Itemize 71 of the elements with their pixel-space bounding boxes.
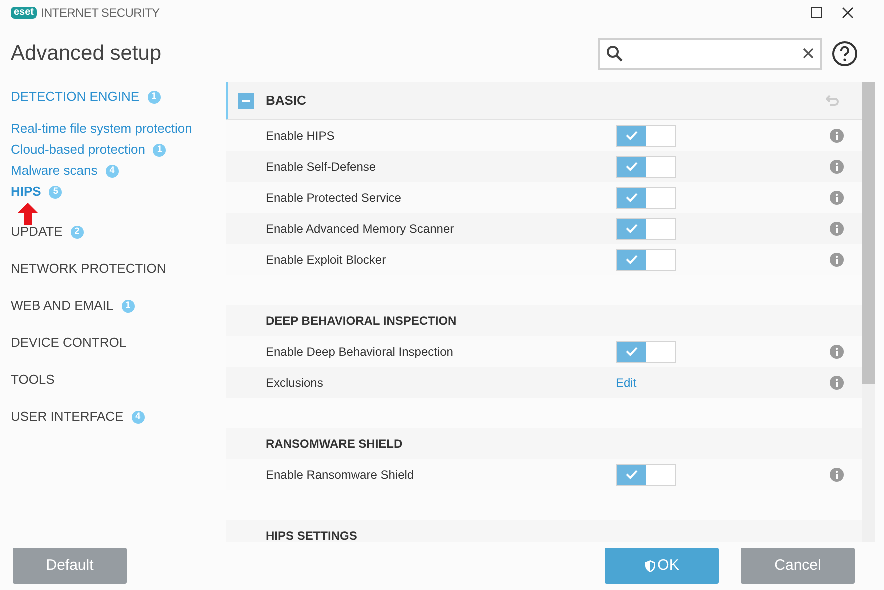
toggle-switch[interactable] (616, 340, 676, 362)
page-title: Advanced setup (11, 40, 162, 67)
check-icon (626, 131, 638, 140)
close-icon[interactable] (842, 6, 854, 18)
scrollbar-thumb[interactable] (862, 82, 875, 384)
count-badge: 1 (122, 300, 135, 312)
info-icon[interactable] (830, 376, 844, 390)
count-badge: 1 (148, 90, 161, 104)
edit-link[interactable]: Edit (616, 374, 637, 392)
sidebar-item[interactable]: Cloud-based protection (11, 140, 146, 160)
check-icon (626, 224, 638, 233)
toggle-switch[interactable] (616, 218, 676, 240)
info-icon[interactable] (830, 190, 844, 204)
info-icon[interactable] (830, 344, 844, 358)
product-name: INTERNET SECURITY (41, 4, 160, 22)
sidebar-item[interactable]: UPDATE (11, 222, 63, 242)
setting-label: Enable Exploit Blocker (266, 252, 388, 268)
check-icon (626, 470, 638, 479)
info-icon[interactable] (830, 128, 844, 142)
search-icon (606, 44, 624, 62)
help-icon[interactable] (832, 40, 858, 66)
default-button[interactable]: Default (13, 548, 127, 584)
count-badge: 1 (153, 144, 166, 156)
toggle-switch[interactable] (616, 124, 676, 146)
toggle-switch[interactable] (616, 156, 676, 178)
section-title: RANSOMWARE SHIELD (266, 436, 403, 452)
setting-label: Exclusions (266, 374, 324, 392)
collapse-icon[interactable] (238, 92, 254, 108)
info-icon[interactable] (830, 468, 844, 482)
sidebar-item[interactable]: NETWORK PROTECTION (11, 259, 166, 279)
sidebar-item[interactable]: WEB AND EMAIL (11, 296, 114, 316)
setting-label: Enable Deep Behavioral Inspection (266, 344, 454, 360)
section-title: HIPS SETTINGS (266, 528, 358, 542)
toggle-switch[interactable] (616, 248, 676, 270)
section-header[interactable]: BASIC (226, 82, 862, 120)
count-badge: 2 (70, 226, 84, 238)
check-icon (626, 347, 638, 356)
sidebar-item[interactable]: DETECTION ENGINE (11, 87, 140, 107)
section-title: BASIC (266, 92, 306, 110)
check-icon (626, 255, 638, 264)
clear-icon[interactable] (803, 48, 814, 59)
setting-label: Enable Ransomware Shield (266, 466, 416, 484)
ok-button[interactable]: OK (605, 548, 719, 584)
count-badge: 4 (106, 164, 119, 178)
check-icon (626, 162, 638, 171)
sidebar-item[interactable]: Real-time file system protection (11, 119, 192, 139)
toggle-switch[interactable] (616, 186, 676, 208)
sidebar-item[interactable]: USER INTERFACE (11, 407, 124, 427)
cancel-button[interactable]: Cancel (741, 548, 855, 584)
count-badge: 4 (132, 410, 145, 424)
check-icon (626, 193, 638, 202)
sidebar-item[interactable]: DEVICE CONTROL (11, 333, 127, 353)
info-icon[interactable] (830, 222, 844, 236)
section-title: DEEP BEHAVIORAL INSPECTION (266, 312, 457, 330)
shield-icon (644, 560, 656, 572)
search-field[interactable] (598, 38, 822, 70)
info-icon[interactable] (830, 252, 844, 266)
maximize-icon[interactable] (811, 7, 822, 18)
setting-label: Enable HIPS (266, 128, 336, 144)
setting-label: Enable Protected Service (266, 190, 402, 206)
arrow-annotation (18, 203, 38, 225)
sidebar-item[interactable]: TOOLS (11, 370, 55, 390)
brand-logo: eset (11, 6, 38, 18)
setting-label: Enable Advanced Memory Scanner (266, 220, 456, 238)
setting-label: Enable Self-Defense (266, 158, 378, 176)
info-icon[interactable] (830, 160, 844, 174)
sidebar-item[interactable]: HIPS (11, 182, 42, 202)
toggle-switch[interactable] (616, 464, 676, 486)
count-badge: 5 (49, 186, 62, 198)
undo-icon[interactable] (826, 94, 840, 106)
sidebar-item[interactable]: Malware scans (11, 161, 98, 181)
